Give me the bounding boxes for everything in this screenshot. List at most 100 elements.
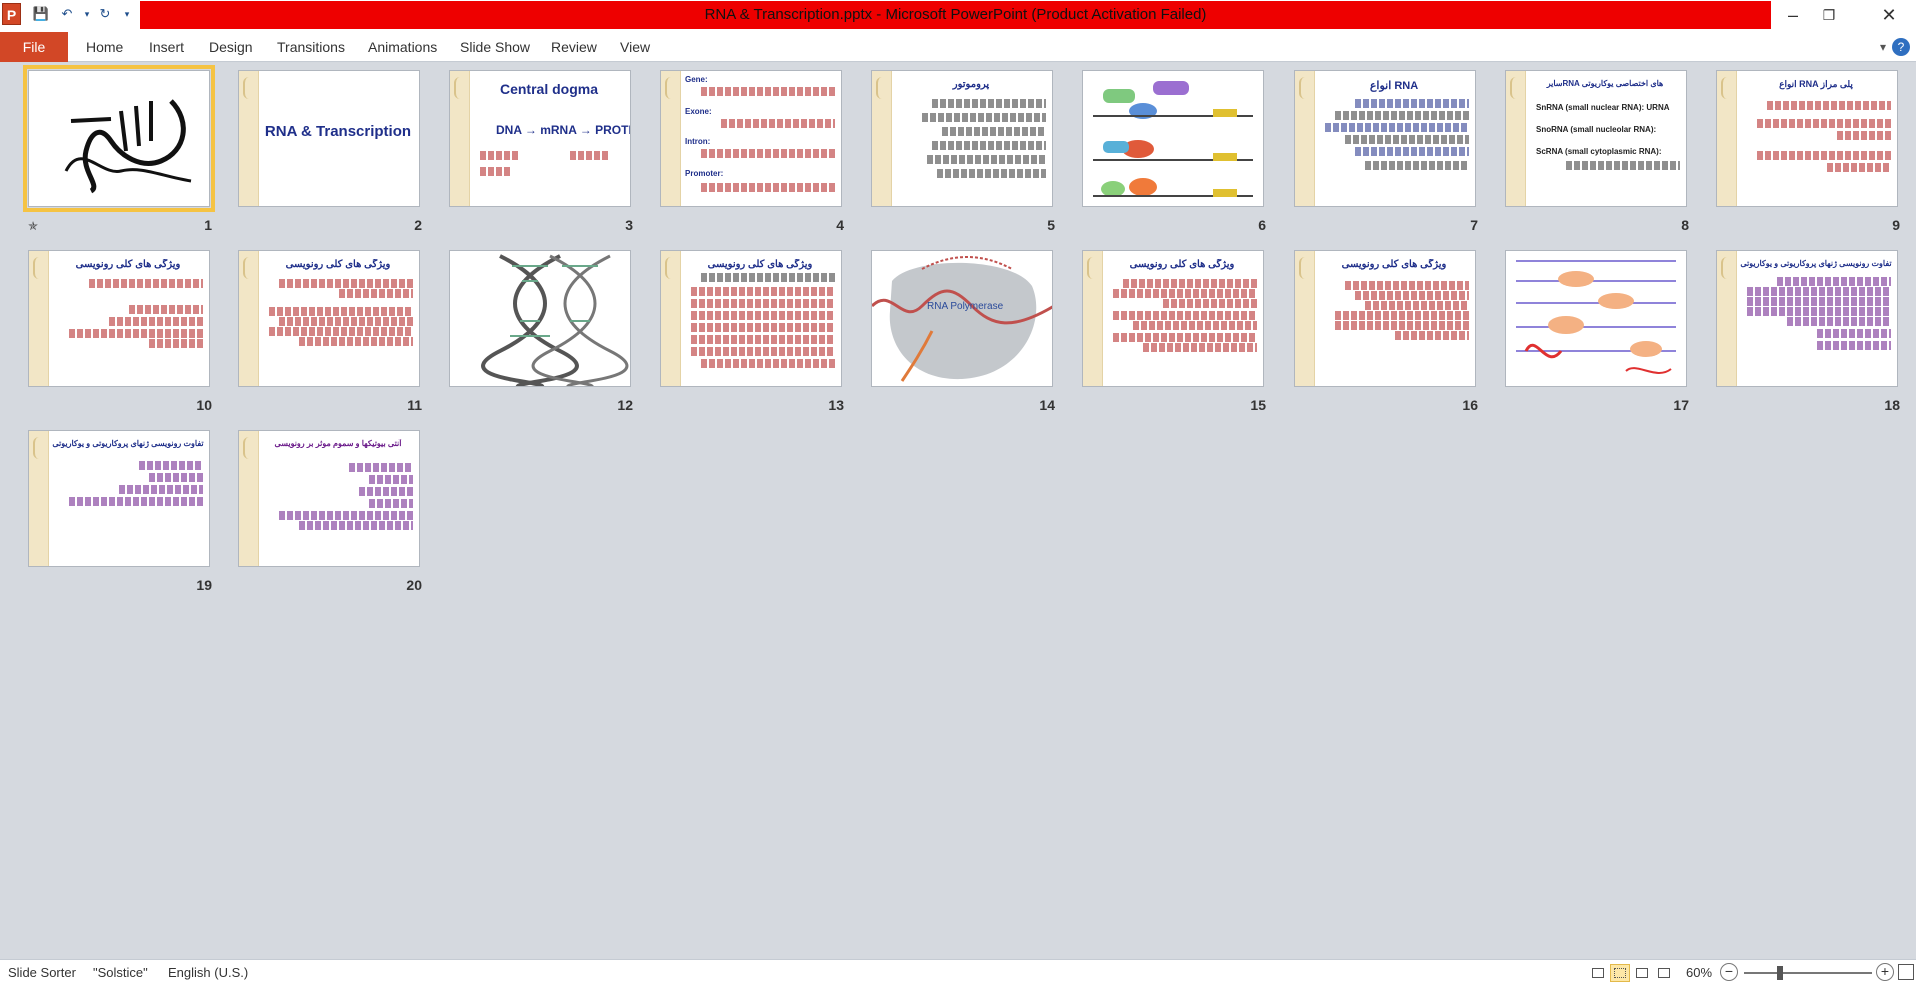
slide-thumbnail[interactable]: ویژگی های کلی رونویسی	[1294, 250, 1476, 387]
tab-file[interactable]: File	[0, 32, 68, 62]
zoom-slider-thumb[interactable]	[1776, 966, 1783, 980]
slide-title: انواع RNA پلی مراز	[1779, 79, 1853, 89]
text-line	[932, 141, 1046, 150]
tab-slide-show[interactable]: Slide Show	[460, 32, 530, 62]
text-line	[299, 337, 413, 346]
text-line	[1113, 289, 1257, 298]
tab-home[interactable]: Home	[86, 32, 123, 62]
slide-thumbnail[interactable]: Central dogma DNA → mRNA → PROTEIN	[449, 70, 631, 207]
slide-thumbnail[interactable]: ویژگی های کلی رونویسی	[28, 250, 210, 387]
save-icon[interactable]: 💾	[32, 5, 50, 23]
slide-thumbnail[interactable]: ویژگی های کلی رونویسی	[660, 250, 842, 387]
slide-decoration	[29, 251, 49, 386]
animation-marker-icon[interactable]: ✯	[28, 219, 38, 233]
close-icon[interactable]: ✕	[1866, 0, 1912, 30]
undo-icon[interactable]: ↶	[58, 5, 76, 23]
text-line	[1817, 341, 1891, 350]
text-line	[1365, 301, 1469, 310]
slide-title: تفاوت رونویسی ژنهای پروکاریوتی و یوکاریو…	[52, 439, 204, 448]
tab-design[interactable]: Design	[209, 32, 253, 62]
window-title: RNA & Transcription.pptx - Microsoft Pow…	[140, 1, 1771, 29]
slide-number: 17	[1673, 397, 1689, 413]
text-line	[1335, 311, 1469, 320]
language-indicator[interactable]: English (U.S.)	[168, 965, 248, 980]
text-line	[369, 499, 413, 508]
slide-thumbnail[interactable]: RNA & Transcription	[238, 70, 420, 207]
zoom-in-icon[interactable]: +	[1876, 963, 1894, 981]
text-line	[1787, 317, 1891, 326]
slide-number: 20	[406, 577, 422, 593]
text-line	[69, 497, 203, 506]
tab-insert[interactable]: Insert	[149, 32, 184, 62]
slide-label: Exone:	[685, 107, 712, 116]
rna-polymerase-image	[872, 251, 1052, 386]
powerpoint-app-icon[interactable]: P	[2, 3, 21, 25]
slide-thumbnail[interactable]	[23, 65, 215, 212]
slide-title: پروموتور	[952, 79, 990, 90]
slide-diagram-text: DNA → mRNA → PROTEIN	[496, 123, 630, 137]
slide-decoration	[661, 251, 681, 386]
slide-number: 9	[1892, 217, 1900, 233]
text-line	[339, 289, 413, 298]
slide-thumbnail[interactable]: انواع RNA پلی مراز	[1716, 70, 1898, 207]
slide-thumbnail[interactable]: تفاوت رونویسی ژنهای پروکاریوتی و یوکاریو…	[1716, 250, 1898, 387]
normal-view-icon[interactable]	[1588, 964, 1608, 982]
tab-review[interactable]: Review	[551, 32, 597, 62]
restore-icon[interactable]: ❐	[1806, 0, 1852, 30]
redo-icon[interactable]: ↻	[96, 5, 114, 23]
slide-number: 3	[625, 217, 633, 233]
customize-quick-access-icon[interactable]: ▾	[118, 5, 136, 23]
expand-ribbon-icon[interactable]: ▾	[1880, 40, 1886, 54]
reading-view-icon[interactable]	[1632, 964, 1652, 982]
slide-number: 8	[1681, 217, 1689, 233]
text-line	[279, 511, 413, 520]
text-line	[927, 155, 1046, 164]
slide-thumbnail[interactable]	[449, 250, 631, 387]
slide-sorter-view-icon[interactable]	[1610, 964, 1630, 982]
text-line	[1355, 291, 1469, 300]
tab-animations[interactable]: Animations	[368, 32, 437, 62]
theme-name[interactable]: "Solstice"	[93, 965, 148, 980]
dna-helix-image	[481, 254, 629, 386]
undo-dropdown-icon[interactable]: ▾	[78, 5, 96, 23]
text-line	[369, 475, 413, 484]
slide-thumbnail[interactable]: انواع RNA	[1294, 70, 1476, 207]
slide-thumbnail[interactable]: Gene: Exone: Intron: Promoter:	[660, 70, 842, 207]
slide-number: 12	[617, 397, 633, 413]
tab-view[interactable]: View	[620, 32, 650, 62]
slide-show-view-icon[interactable]	[1654, 964, 1674, 982]
text-line	[69, 329, 203, 338]
slide-thumbnail[interactable]: تفاوت رونویسی ژنهای پروکاریوتی و یوکاریو…	[28, 430, 210, 567]
slide-thumbnail[interactable]: ویژگی های کلی رونویسی	[238, 250, 420, 387]
help-icon[interactable]: ?	[1892, 38, 1910, 56]
slide-thumbnail[interactable]: آنتی بیوتیکها و سموم موثر بر رونویسی	[238, 430, 420, 567]
fit-to-window-icon[interactable]	[1898, 964, 1914, 980]
slide-decoration	[239, 431, 259, 566]
tab-transitions[interactable]: Transitions	[277, 32, 345, 62]
slide-thumbnail[interactable]: سایرRNA های اختصاصی یوکاریوتی SnRNA (sma…	[1505, 70, 1687, 207]
slide-thumbnail[interactable]: ویژگی های کلی رونویسی	[1082, 250, 1264, 387]
text-line	[119, 485, 203, 494]
text-line	[1345, 135, 1469, 144]
slide-number: 13	[828, 397, 844, 413]
slide-thumbnail[interactable]: پروموتور	[871, 70, 1053, 207]
slide-label: Gene:	[685, 75, 708, 84]
slide-number: 19	[196, 577, 212, 593]
slide-number: 18	[1884, 397, 1900, 413]
slide-decoration	[239, 71, 259, 206]
slide-decoration	[872, 71, 892, 206]
text-line	[701, 359, 835, 368]
text-line	[129, 305, 203, 314]
slide-sorter-area[interactable]: 1 RNA & Transcription 2 Central dogma DN…	[0, 63, 1916, 959]
slide-thumbnail[interactable]	[1082, 70, 1264, 207]
slide-decoration	[29, 431, 49, 566]
text-line	[279, 317, 413, 326]
zoom-slider[interactable]	[1744, 972, 1872, 974]
slide-thumbnail[interactable]: RNA Polymerase	[871, 250, 1053, 387]
slide-decoration	[1717, 251, 1737, 386]
slide-decoration	[1295, 71, 1315, 206]
slide-number: 15	[1250, 397, 1266, 413]
zoom-level[interactable]: 60%	[1686, 965, 1712, 980]
zoom-out-icon[interactable]: −	[1720, 963, 1738, 981]
slide-thumbnail[interactable]	[1505, 250, 1687, 387]
